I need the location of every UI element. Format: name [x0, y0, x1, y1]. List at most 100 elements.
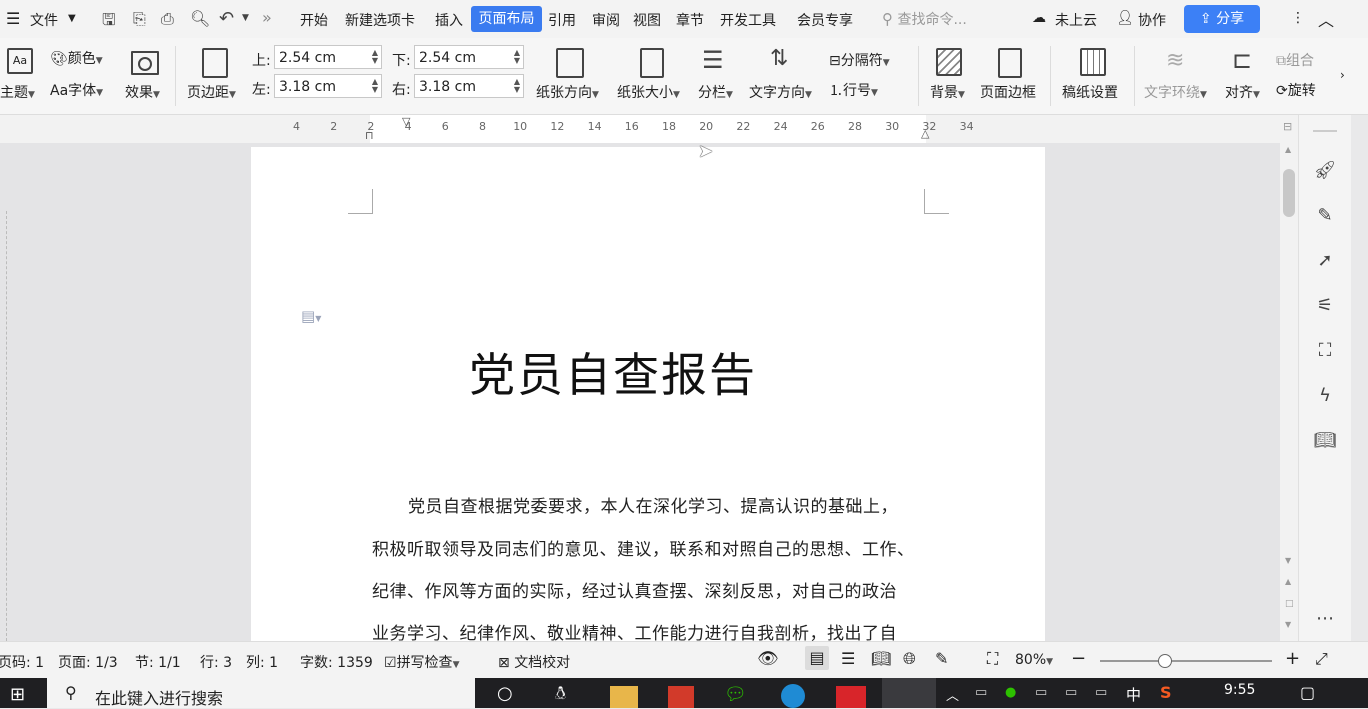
- right-margin-field[interactable]: 3.18 cm ▲ ▼: [414, 74, 524, 98]
- cloud-status[interactable]: 未上云: [1055, 10, 1097, 30]
- reading-view-icon[interactable]: 📖︎: [871, 649, 891, 668]
- wrap-button[interactable]: 文字环绕▼: [1144, 82, 1207, 102]
- page-view-icon[interactable]: ▤: [805, 646, 829, 670]
- status-section[interactable]: 节: 1/1: [135, 652, 181, 672]
- tab-page-layout[interactable]: 页面布局: [471, 6, 542, 32]
- line-number-button[interactable]: ⒈行号▼: [829, 80, 878, 100]
- wechat-icon[interactable]: 💬︎: [724, 684, 747, 705]
- tray-expand-icon[interactable]: ︿: [946, 685, 959, 704]
- qq-icon[interactable]: 🐧︎: [555, 683, 566, 706]
- bottom-margin-field[interactable]: 2.54 cm ▲ ▼: [414, 45, 524, 69]
- align-button[interactable]: 对齐▼: [1225, 82, 1260, 102]
- tray-network-icon[interactable]: ▭: [1065, 685, 1077, 700]
- margins-button[interactable]: 页边距▼: [187, 82, 236, 102]
- tray-monitor-icon[interactable]: ▭: [1035, 685, 1047, 700]
- document-page[interactable]: ▤▼ 党员自查报告 党员自查根据党委要求，本人在深化学习、提高认识的基础上， 积…: [251, 147, 1045, 644]
- paper-size-button[interactable]: 纸张大小▼: [617, 82, 680, 102]
- tab-developer[interactable]: 开发工具: [720, 10, 776, 30]
- lightning-icon[interactable]: ϟ: [1313, 384, 1337, 408]
- prev-page-icon[interactable]: ▲: [1285, 577, 1291, 586]
- tray-sound-icon[interactable]: ▭: [1095, 685, 1107, 700]
- more-icon[interactable]: »: [262, 8, 272, 27]
- hamburger-icon[interactable]: ☰: [6, 9, 20, 28]
- image-tools-icon[interactable]: ⛶: [1313, 339, 1337, 363]
- tab-insert[interactable]: 插入: [435, 10, 463, 30]
- proofread-button[interactable]: ⊠ 文档校对: [498, 652, 570, 672]
- first-line-indent-handle[interactable]: ▽: [402, 115, 410, 128]
- edge-browser-icon[interactable]: [781, 684, 805, 708]
- save-icon[interactable]: 🖫: [102, 9, 116, 36]
- rotate-button[interactable]: ⟳旋转: [1276, 80, 1316, 100]
- color-button[interactable]: 🎨︎颜色▼: [50, 48, 103, 68]
- theme-button[interactable]: 主题▼: [0, 82, 35, 102]
- more-options-icon[interactable]: ⋯: [1313, 607, 1337, 631]
- scrollbar-thumb[interactable]: [1283, 169, 1295, 217]
- collapse-ribbon-icon[interactable]: ︿: [1318, 7, 1334, 31]
- left-indent-handle[interactable]: ⊓: [365, 129, 374, 142]
- status-word-count[interactable]: 字数: 1359: [300, 652, 373, 672]
- spell-check-button[interactable]: ☑拼写检查▼: [384, 652, 459, 672]
- clock[interactable]: 9:55: [1224, 682, 1255, 698]
- vertical-scrollbar[interactable]: ⊟ ▲ ▼ ▲ □ ▼: [1280, 115, 1298, 641]
- text-direction-button[interactable]: 文字方向▼: [749, 82, 812, 102]
- page-border-button[interactable]: 页面边框: [980, 82, 1036, 102]
- manuscript-button[interactable]: 稿纸设置: [1062, 82, 1118, 102]
- tray-app-icon[interactable]: ▭: [975, 685, 987, 700]
- page-border-icon[interactable]: [998, 48, 1022, 78]
- tab-review[interactable]: 审阅: [592, 10, 620, 30]
- taskbar-search-input[interactable]: 在此键入进行搜索: [95, 685, 223, 709]
- status-page[interactable]: 页面: 1/3: [58, 652, 118, 672]
- file-explorer-icon[interactable]: [610, 686, 638, 708]
- zoom-slider[interactable]: [1100, 660, 1272, 662]
- effect-button[interactable]: 效果▼: [125, 82, 160, 102]
- notification-icon[interactable]: ▢: [1300, 683, 1315, 702]
- share-button[interactable]: ⇪ 分享: [1184, 5, 1260, 33]
- book-icon[interactable]: 📖︎: [1313, 429, 1337, 453]
- font-button[interactable]: Aa字体▼: [50, 80, 103, 100]
- tab-view[interactable]: 视图: [633, 10, 661, 30]
- sliders-icon[interactable]: ⚟: [1313, 294, 1337, 318]
- cortana-icon[interactable]: ○: [497, 683, 513, 704]
- text-direction-icon[interactable]: ⇅: [770, 46, 788, 71]
- eye-protection-icon[interactable]: 👁︎: [757, 649, 779, 669]
- windows-start-icon[interactable]: ⊞: [10, 684, 25, 705]
- chevron-down-icon[interactable]: ▼: [68, 13, 76, 24]
- taskbar-search[interactable]: ⚲ 在此键入进行搜索: [47, 678, 475, 708]
- web-view-icon[interactable]: 🌐︎: [903, 649, 916, 669]
- export-icon[interactable]: ⎘: [133, 9, 146, 29]
- right-indent-handle[interactable]: △: [921, 127, 929, 140]
- split-view-icon[interactable]: ⊟: [1283, 120, 1292, 133]
- theme-icon[interactable]: Aa: [7, 48, 33, 74]
- fit-page-icon[interactable]: ⛶: [987, 649, 998, 669]
- zoom-level[interactable]: 80%▼: [1015, 652, 1053, 668]
- background-button[interactable]: 背景▼: [930, 82, 965, 102]
- outline-view-icon[interactable]: ☰: [841, 649, 855, 668]
- tab-new[interactable]: 新建选项卡: [345, 10, 415, 30]
- collab-button[interactable]: 协作: [1138, 10, 1166, 30]
- print-icon[interactable]: ⎙: [161, 9, 174, 29]
- background-icon[interactable]: [936, 48, 962, 76]
- columns-icon[interactable]: ☰: [702, 46, 724, 74]
- sogou-ime-icon[interactable]: S: [1160, 683, 1172, 702]
- align-icon[interactable]: ⊏: [1232, 46, 1252, 74]
- ribbon-scroll-right-icon[interactable]: ›: [1340, 68, 1345, 82]
- tab-member[interactable]: 会员专享: [797, 10, 853, 30]
- more-menu-icon[interactable]: ⋮: [1291, 10, 1305, 26]
- rocket-icon[interactable]: 🚀︎: [1313, 159, 1337, 183]
- group-button[interactable]: ⧉组合: [1276, 50, 1314, 70]
- pen-icon[interactable]: ✎: [1313, 204, 1337, 228]
- next-page-icon[interactable]: ▼: [1285, 620, 1291, 629]
- undo-dropdown-icon[interactable]: ▼: [242, 13, 249, 23]
- write-mode-icon[interactable]: ✎: [935, 649, 948, 668]
- tab-references[interactable]: 引用: [548, 10, 576, 30]
- horizontal-ruler[interactable]: 4 2 2 4 6 8 10 12 14 16 18 20 22 24 26 28 30 32 34 ▽ ⊓ △: [0, 115, 1280, 143]
- wrap-icon[interactable]: ≋: [1166, 48, 1184, 73]
- manuscript-icon[interactable]: [1080, 48, 1106, 76]
- wps-icon[interactable]: [836, 686, 866, 708]
- tab-start[interactable]: 开始: [300, 10, 328, 30]
- zoom-out-icon[interactable]: −: [1071, 648, 1086, 669]
- menu-file[interactable]: 文件: [30, 10, 58, 30]
- zoom-slider-handle[interactable]: [1158, 654, 1172, 668]
- paper-size-icon[interactable]: [640, 48, 664, 78]
- effect-icon[interactable]: [131, 51, 159, 75]
